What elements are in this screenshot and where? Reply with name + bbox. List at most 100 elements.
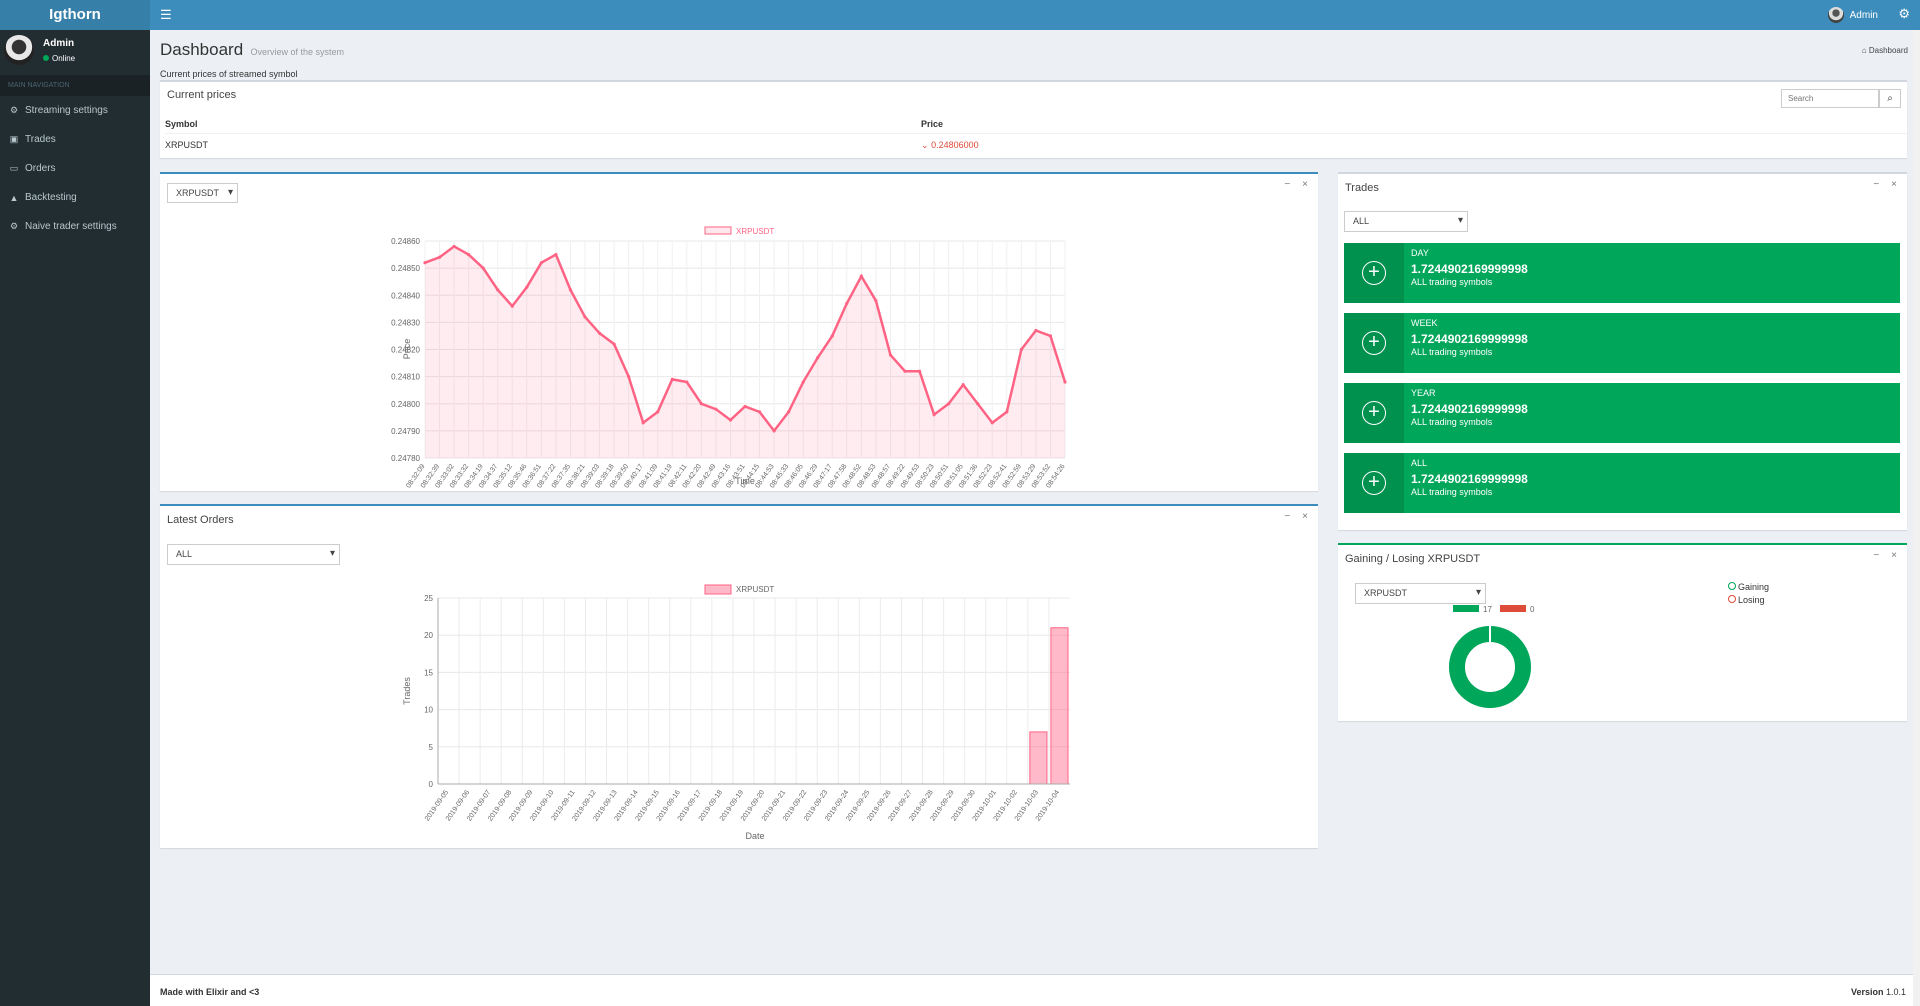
row-price: ⌄ 0.24806000	[921, 140, 979, 151]
gain-symbol-select[interactable]: XRPUSDT	[1355, 583, 1486, 604]
data-point	[714, 407, 718, 411]
box-tools: − ×	[1873, 550, 1897, 561]
footer: Made with Elixir and <3 Version 1.0.1	[150, 974, 1920, 1006]
footer-version: Version 1.0.1	[1851, 987, 1906, 997]
data-point	[641, 421, 645, 425]
minimize-icon[interactable]: −	[1873, 550, 1879, 561]
y-tick-label: 0.24840	[391, 291, 420, 300]
y-tick-label: 0.24800	[391, 400, 420, 409]
data-point	[597, 331, 602, 335]
data-point	[932, 413, 936, 417]
data-point	[947, 402, 951, 406]
x-axis-label: Time	[735, 476, 755, 486]
gear-icon: ⚙	[9, 221, 19, 231]
bar	[1050, 627, 1069, 785]
y-tick-label: 25	[424, 594, 433, 603]
data-point	[1034, 328, 1038, 333]
price-line-chart: 0.248600.248500.248400.248300.248200.248…	[391, 226, 1067, 489]
card-period: YEAR	[1411, 388, 1436, 398]
trades-card-week: + WEEK 1.7244902169999998 ALL trading symbo…	[1344, 313, 1900, 373]
y-tick-label: 0	[429, 780, 434, 789]
nav-header: MAIN NAVIGATION	[0, 75, 150, 96]
data-point	[583, 315, 587, 319]
data-point	[437, 255, 442, 259]
data-point	[816, 356, 820, 360]
data-point	[467, 252, 471, 257]
gaining-losing-donut-chart: 17 0	[1449, 605, 1535, 708]
page-title: Dashboard	[160, 40, 244, 59]
settings-gears-icon[interactable]: ⚙	[1898, 6, 1910, 22]
card-period: WEEK	[1411, 318, 1438, 328]
current-prices-box: Current prices ⌕ Symbol Price XRPUSDT ⌄ …	[160, 80, 1907, 158]
user-name: Admin	[43, 38, 75, 49]
y-axis-label: Trades	[402, 677, 412, 705]
menu-toggle-icon[interactable]: ☰	[160, 7, 172, 23]
sidebar-item-backtesting[interactable]: ▲ Backtesting	[0, 183, 150, 212]
data-point	[976, 402, 980, 406]
row-price-value: 0.24806000	[931, 140, 979, 150]
down-arrow-icon: ⌄	[921, 140, 929, 150]
avatar	[1827, 7, 1844, 23]
data-point	[1019, 347, 1023, 352]
data-point	[496, 288, 500, 292]
card-value: 1.7244902169999998	[1411, 262, 1528, 276]
data-point	[627, 375, 631, 379]
y-tick-label: 0.24860	[391, 237, 420, 246]
trades-card-day: + DAY 1.7244902169999998 ALL trading symbol…	[1344, 243, 1900, 303]
data-point	[888, 353, 893, 357]
y-tick-label: 10	[424, 706, 433, 715]
box-title: Trades	[1345, 182, 1379, 194]
y-tick-label: 0.24830	[391, 318, 420, 327]
data-point	[612, 342, 616, 346]
minimize-icon[interactable]: −	[1873, 179, 1879, 190]
app-logo[interactable]: Igthorn	[0, 0, 150, 30]
sidebar: Admin Online MAIN NAVIGATION ⚙ Streaming …	[0, 30, 150, 1006]
x-axis-label: Date	[745, 831, 764, 841]
card-period: ALL	[1411, 458, 1428, 468]
close-icon[interactable]: ×	[1891, 550, 1897, 561]
col-price: Price	[921, 119, 944, 129]
orders-bar-chart: 25201510502019-09-052019-09-062019-09-07…	[402, 584, 1070, 841]
data-point	[787, 410, 791, 414]
col-symbol: Symbol	[165, 119, 198, 129]
sidebar-item-orders[interactable]: ▭ Orders	[0, 154, 150, 183]
user-menu[interactable]: Admin	[1827, 7, 1878, 23]
sidebar-item-trades[interactable]: ▣ Trades	[0, 125, 150, 154]
data-point	[874, 299, 878, 303]
y-tick-label: 20	[424, 631, 433, 640]
search-button[interactable]: ⌕	[1879, 89, 1901, 108]
close-icon[interactable]: ×	[1891, 179, 1897, 190]
data-point	[743, 404, 747, 409]
legend-label: XRPUSDT	[736, 585, 774, 594]
data-point	[670, 377, 674, 381]
y-tick-label: 5	[429, 743, 434, 752]
trades-box: Trades − × ALL +DAY1.7244902169999998ALL …	[1338, 172, 1907, 530]
sidebar-item-label: Backtesting	[25, 192, 77, 203]
scrollbar[interactable]	[1913, 30, 1920, 1006]
bar	[1029, 731, 1048, 785]
price-chart-box: −× XRPUSDT 0.248600.248500.248400.248300…	[160, 172, 1318, 491]
data-point	[1048, 334, 1053, 338]
trades-card-year: + YEAR 1.7244902169999998 ALL trading symbo…	[1344, 383, 1900, 443]
card-value: 1.7244902169999998	[1411, 472, 1528, 486]
data-point	[772, 429, 776, 433]
legend-swatch-gaining	[1453, 605, 1479, 612]
sidebar-item-naive-trader-settings[interactable]: ⚙ Naive trader settings	[0, 212, 150, 241]
sidebar-item-streaming-settings[interactable]: ⚙ Streaming settings	[0, 96, 150, 125]
y-tick-label: 0.24790	[391, 427, 420, 436]
trades-filter-select[interactable]: ALL	[1344, 211, 1468, 232]
page-subtitle: Overview of the system	[250, 47, 345, 57]
plus-circle-icon: +	[1362, 401, 1386, 425]
user-menu-label: Admin	[1849, 9, 1878, 21]
data-point	[539, 261, 543, 265]
search-input[interactable]	[1781, 89, 1879, 108]
data-point	[845, 301, 849, 305]
data-point	[554, 252, 558, 257]
gear-icon: ⚙	[9, 105, 19, 115]
card-value: 1.7244902169999998	[1411, 332, 1528, 346]
y-tick-label: 0.24810	[391, 373, 420, 382]
breadcrumb[interactable]: ⌂ Dashboard	[1862, 46, 1908, 55]
flask-icon: ▲	[9, 192, 19, 203]
legend-swatch	[704, 226, 732, 235]
data-point	[685, 380, 689, 384]
